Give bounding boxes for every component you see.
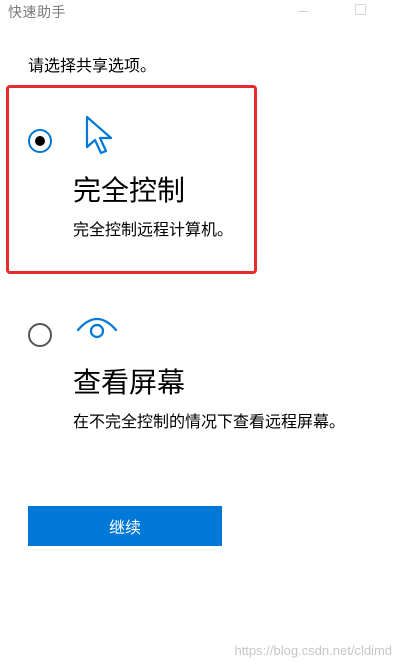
option-view-screen[interactable]: 查看屏幕 在不完全控制的情况下查看远程屏幕。 [0,298,400,448]
share-option-prompt: 请选择共享选项。 [28,56,157,75]
watermark-url: https://blog.csdn.net/cldimd [234,643,392,658]
selection-highlight-box [6,85,257,274]
window-title: 快速助手 [8,5,66,21]
view-screen-radio[interactable] [28,323,52,347]
continue-button[interactable]: 继续 [28,506,222,546]
view-screen-description: 在不完全控制的情况下查看远程屏幕。 [73,412,346,431]
maximize-button[interactable] [355,4,366,15]
view-screen-title: 查看屏幕 [73,366,186,399]
eye-icon [76,317,118,339]
minimize-button[interactable] [298,11,308,12]
